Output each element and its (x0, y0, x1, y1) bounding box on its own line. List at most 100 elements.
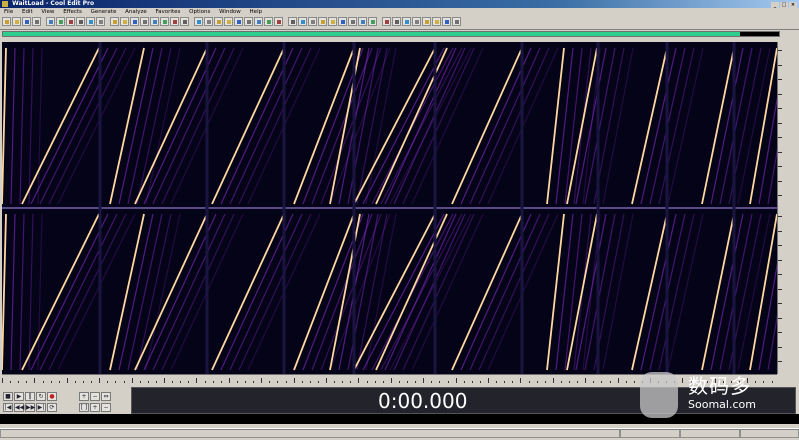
toolbar-button[interactable] (140, 17, 149, 26)
harmonic-line (389, 47, 472, 205)
ruler-tick (778, 274, 782, 275)
play-button[interactable]: ▶ (14, 392, 24, 401)
spectrogram-view[interactable] (2, 42, 777, 374)
toolbar-button[interactable] (120, 17, 129, 26)
zoom-sel-button[interactable]: [ ] (79, 403, 89, 412)
toolbar-button[interactable] (308, 17, 317, 26)
toolbar-button[interactable] (96, 17, 105, 26)
toolbar-button-icon (89, 20, 93, 24)
toolbar-button[interactable] (412, 17, 421, 26)
toolbar-button[interactable] (338, 17, 347, 26)
toolbar-button-icon (247, 20, 251, 24)
toolbar-button[interactable] (160, 17, 169, 26)
pause-button[interactable]: ‖ (25, 392, 35, 401)
frequency-ruler (777, 42, 799, 374)
sweep-line (566, 213, 598, 371)
harmonic-line (362, 47, 445, 205)
toolbar-button[interactable] (348, 17, 357, 26)
toolbar (0, 16, 799, 30)
ruler-tick (778, 303, 782, 304)
zoom-v-out-button[interactable]: − (101, 403, 111, 412)
toolbar-button[interactable] (254, 17, 263, 26)
toolbar-button[interactable] (402, 17, 411, 26)
sweep-line (2, 213, 7, 371)
toolbar-button[interactable] (110, 17, 119, 26)
stop-button[interactable]: ■ (3, 392, 13, 401)
harmonic-line (384, 213, 457, 371)
toolbar-button[interactable] (180, 17, 189, 26)
toolbar-button[interactable] (244, 17, 253, 26)
toolbar-button[interactable] (234, 17, 243, 26)
record-button[interactable]: ● (47, 392, 57, 401)
toolbar-button-icon (25, 20, 29, 24)
harmonic-line (10, 47, 16, 205)
toolbar-button[interactable] (358, 17, 367, 26)
toolbar-button[interactable] (130, 17, 139, 26)
toolbar-button-icon (321, 20, 325, 24)
toolbar-button-icon (425, 20, 429, 24)
rewind-button[interactable]: ◀◀ (14, 403, 24, 412)
harmonic-line (362, 213, 445, 371)
menu-favorites[interactable]: Favorites (156, 9, 181, 15)
go-start-button[interactable]: |◀ (3, 403, 13, 412)
menu-analyze[interactable]: Analyze (125, 9, 147, 15)
menu-generate[interactable]: Generate (91, 9, 117, 15)
toolbar-button[interactable] (288, 17, 297, 26)
sweep-line (701, 47, 735, 205)
toolbar-button[interactable] (382, 17, 391, 26)
zoom-in-button[interactable]: + (79, 392, 89, 401)
play-loop-button[interactable]: ↻ (36, 392, 46, 401)
toolbar-button[interactable] (328, 17, 337, 26)
toolbar-button-icon (123, 20, 127, 24)
zoom-v-in-button[interactable]: + (90, 403, 100, 412)
toolbar-button[interactable] (274, 17, 283, 26)
harmonic-line (145, 47, 181, 205)
toolbar-button[interactable] (12, 17, 21, 26)
toolbar-button[interactable] (432, 17, 441, 26)
menu-window[interactable]: Window (219, 9, 241, 15)
toolbar-button[interactable] (368, 17, 377, 26)
toolbar-button-icon (371, 20, 375, 24)
toolbar-button[interactable] (204, 17, 213, 26)
toolbar-button[interactable] (22, 17, 31, 26)
zoom-full-button[interactable]: ⇔ (101, 392, 111, 401)
harmonic-line (575, 47, 607, 205)
toolbar-button[interactable] (86, 17, 95, 26)
toolbar-button[interactable] (224, 17, 233, 26)
title-bar: WaitLoad - Cool Edit Pro _ □ × (0, 0, 799, 8)
toolbar-button[interactable] (392, 17, 401, 26)
menu-help[interactable]: Help (250, 9, 263, 15)
toolbar-button[interactable] (264, 17, 273, 26)
toolbar-button[interactable] (66, 17, 75, 26)
toolbar-button[interactable] (422, 17, 431, 26)
menu-file[interactable]: File (4, 9, 13, 15)
overview-bar[interactable] (2, 31, 780, 37)
toolbar-button[interactable] (298, 17, 307, 26)
harmonic-line (719, 47, 753, 205)
toolbar-button[interactable] (2, 17, 11, 26)
zoom-out-button[interactable]: − (90, 392, 100, 401)
toolbar-button[interactable] (194, 17, 203, 26)
toolbar-button[interactable] (214, 17, 223, 26)
go-end-button[interactable]: ▶| (36, 403, 46, 412)
toolbar-button-icon (143, 20, 147, 24)
menu-effects[interactable]: Effects (63, 9, 82, 15)
toolbar-button[interactable] (442, 17, 451, 26)
toolbar-button[interactable] (150, 17, 159, 26)
harmonic-line (575, 213, 607, 371)
menu-edit[interactable]: Edit (22, 9, 33, 15)
toolbar-button[interactable] (46, 17, 55, 26)
toolbar-button[interactable] (76, 17, 85, 26)
menu-options[interactable]: Options (189, 9, 210, 15)
toolbar-button[interactable] (170, 17, 179, 26)
fast-forward-button[interactable]: ▶▶ (25, 403, 35, 412)
harmonic-line (758, 96, 777, 205)
app-icon (2, 1, 8, 7)
toolbar-button[interactable] (318, 17, 327, 26)
menu-view[interactable]: View (41, 9, 54, 15)
toolbar-button[interactable] (32, 17, 41, 26)
window-title: WaitLoad - Cool Edit Pro (12, 0, 95, 7)
loop-button[interactable]: ⟳ (47, 403, 57, 412)
toolbar-button[interactable] (452, 17, 461, 26)
toolbar-button[interactable] (56, 17, 65, 26)
